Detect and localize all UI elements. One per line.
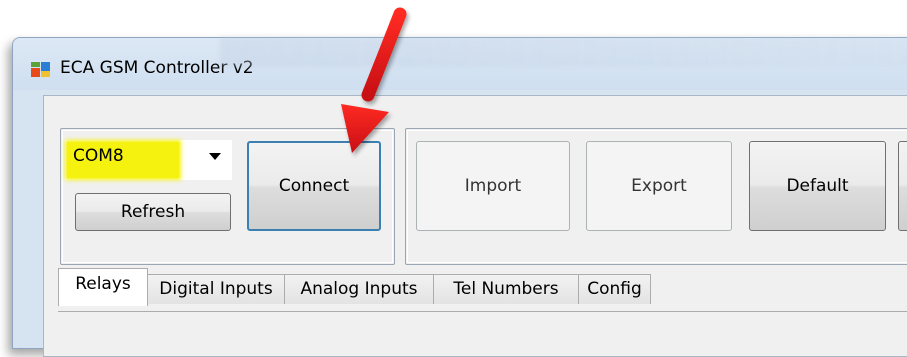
tab-digital-inputs-label: Digital Inputs	[159, 279, 273, 299]
tab-panel	[58, 311, 907, 342]
app-icon	[31, 62, 50, 77]
tab-digital-inputs[interactable]: Digital Inputs	[147, 274, 285, 304]
blurred-background	[220, 37, 907, 67]
tab-config[interactable]: Config	[578, 274, 651, 304]
tab-relays[interactable]: Relays	[58, 268, 148, 306]
default-button-label: Default	[786, 176, 849, 196]
connect-button[interactable]: Connect	[247, 141, 381, 231]
import-button[interactable]: Import	[416, 141, 570, 231]
refresh-button-label: Refresh	[120, 202, 186, 222]
tab-analog-inputs[interactable]: Analog Inputs	[284, 274, 434, 304]
chevron-down-icon[interactable]	[209, 153, 221, 160]
tab-tel-numbers[interactable]: Tel Numbers	[433, 274, 579, 304]
connect-button-label: Connect	[278, 176, 350, 196]
export-button[interactable]: Export	[586, 141, 732, 231]
tab-strip: Relays Digital Inputs Analog Inputs Tel …	[58, 268, 907, 306]
refresh-button[interactable]: Refresh	[75, 193, 231, 231]
default-button[interactable]: Default	[749, 141, 886, 231]
partial-button[interactable]	[898, 141, 907, 231]
export-button-label: Export	[631, 176, 687, 196]
import-button-label: Import	[464, 176, 522, 196]
tab-relays-label: Relays	[75, 274, 131, 294]
port-select-value: COM8	[67, 142, 179, 178]
tab-config-label: Config	[587, 279, 642, 299]
tab-analog-inputs-label: Analog Inputs	[300, 279, 418, 299]
port-select[interactable]: COM8	[65, 140, 232, 180]
tab-tel-numbers-label: Tel Numbers	[453, 279, 559, 299]
